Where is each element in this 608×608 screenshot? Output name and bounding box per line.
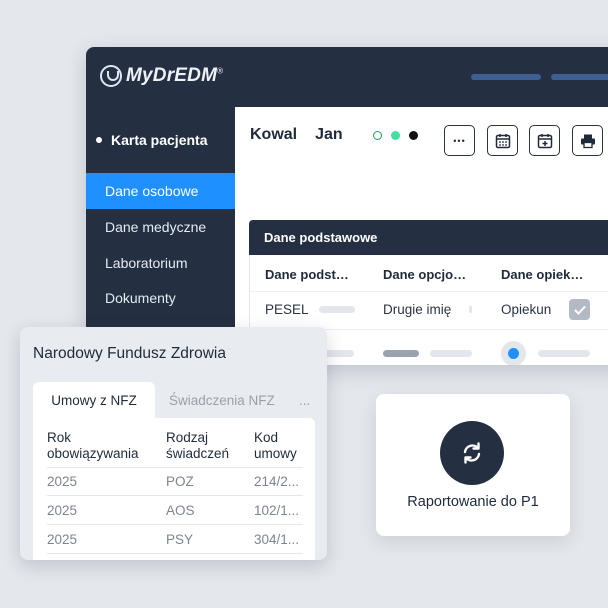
scene: MyDrEDM® Karta pacjenta Dane osobowe Dan… — [0, 0, 608, 608]
header-line: świadczeń — [166, 446, 230, 461]
patient-bar: Kowal Jan — [250, 126, 427, 144]
field-guardian-label: Opiekun — [501, 302, 552, 317]
header-line: umowy — [254, 446, 297, 461]
card-title-text: Dane podstawowe — [264, 230, 378, 245]
p1-label[interactable]: Raportowanie do P1 — [376, 494, 570, 510]
sidebar-item-label: Dokumenty — [105, 290, 176, 306]
more-button[interactable]: ••• — [444, 125, 475, 156]
column-header-basic[interactable]: Dane podst… — [265, 267, 349, 282]
placeholder-field — [538, 350, 590, 357]
logo-text: MyDrEDM® — [126, 65, 224, 86]
status-dot-outline — [372, 130, 382, 140]
stethoscope-icon — [100, 65, 122, 87]
cell-code: 304/1... — [254, 532, 300, 547]
tab-label: Świadczenia NFZ — [169, 392, 275, 408]
patient-first-name: Jan — [315, 126, 343, 143]
column-header-optional[interactable]: Dane opcjo… — [383, 267, 466, 282]
placeholder-field — [383, 350, 419, 357]
field-pesel-value[interactable] — [319, 306, 355, 313]
header-line: Rok — [47, 430, 72, 445]
nfz-panel: Narodowy Fundusz Zdrowia Umowy z NFZ Świ… — [20, 327, 327, 560]
header-line: Kod — [254, 430, 279, 445]
print-icon — [580, 134, 595, 148]
print-button[interactable] — [572, 125, 603, 156]
status-dot-green — [390, 130, 400, 140]
sidebar-item-label: Dane osobowe — [105, 183, 199, 199]
column-header-code[interactable]: Kod umowy — [254, 430, 297, 462]
row-divider — [47, 524, 303, 525]
sidebar-item-dane-medyczne[interactable]: Dane medyczne — [86, 209, 235, 245]
column-header-type[interactable]: Rodzaj świadczeń — [166, 430, 229, 462]
tab-umowy-nfz[interactable]: Umowy z NFZ — [33, 382, 155, 418]
cell-code: 214/2... — [254, 474, 300, 489]
sidebar-item-dane-osobowe[interactable]: Dane osobowe — [86, 173, 235, 209]
topbar-placeholder-bar — [551, 74, 608, 80]
p1-report-card: Raportowanie do P1 — [376, 394, 570, 536]
patient-last-name: Kowal — [250, 126, 298, 143]
tab-more[interactable]: ... — [299, 382, 310, 418]
sync-icon — [463, 442, 481, 464]
field-middle-name-label: Drugie imię — [383, 302, 452, 317]
app-topbar: MyDrEDM® — [86, 47, 608, 107]
add-appointment-button[interactable] — [529, 125, 560, 156]
sidebar-item-label: Laboratorium — [105, 255, 188, 271]
cell-type: PSY — [166, 532, 194, 547]
guardian-checkbox[interactable] — [569, 299, 590, 320]
status-dot-black — [408, 130, 418, 140]
cell-year: 2025 — [47, 503, 78, 518]
radio-dot — [508, 348, 519, 359]
calendar-add-icon — [537, 133, 552, 148]
field-middle-name-value[interactable] — [469, 306, 472, 313]
bullet-icon — [96, 137, 102, 143]
tab-label: ... — [299, 392, 311, 408]
header-line: Rodzaj — [166, 430, 209, 445]
cell-code: 102/1... — [254, 503, 300, 518]
row-divider — [47, 467, 303, 468]
cell-year: 2025 — [47, 474, 78, 489]
nfz-contracts-table: Rok obowiązywania Rodzaj świadczeń Kod u… — [33, 418, 315, 560]
column-header-guardian[interactable]: Dane opiek… — [501, 267, 583, 282]
logo[interactable]: MyDrEDM® — [100, 65, 223, 87]
tab-label: Umowy z NFZ — [51, 392, 137, 408]
app-window: MyDrEDM® Karta pacjenta Dane osobowe Dan… — [86, 47, 608, 365]
tab-swiadczenia-nfz[interactable]: Świadczenia NFZ — [169, 382, 275, 418]
calendar-icon — [495, 133, 510, 148]
cell-year: 2025 — [47, 532, 78, 547]
sidebar-item-dokumenty[interactable]: Dokumenty — [86, 280, 235, 316]
cell-type: AOS — [166, 503, 195, 518]
more-icon: ••• — [453, 135, 466, 146]
sidebar-section-label: Karta pacjenta — [111, 132, 208, 148]
row-divider — [47, 495, 303, 496]
sync-button[interactable] — [440, 421, 504, 485]
field-pesel-label: PESEL — [265, 302, 309, 317]
cell-type: POZ — [166, 474, 194, 489]
header-line: obowiązywania — [47, 446, 139, 461]
nfz-title: Narodowy Fundusz Zdrowia — [33, 345, 226, 362]
row-divider — [250, 291, 608, 292]
placeholder-field — [430, 350, 472, 357]
card-title: Dane podstawowe — [249, 220, 608, 255]
sidebar-item-label: Dane medyczne — [105, 219, 207, 235]
sidebar-item-laboratorium[interactable]: Laboratorium — [86, 245, 235, 281]
calendar-button[interactable] — [487, 125, 518, 156]
check-icon — [573, 305, 586, 315]
column-header-year[interactable]: Rok obowiązywania — [47, 430, 139, 462]
sidebar-section-title[interactable]: Karta pacjenta — [86, 125, 235, 155]
radio-selected[interactable] — [501, 341, 526, 365]
topbar-placeholder-bar — [471, 74, 541, 80]
row-divider — [47, 553, 303, 554]
